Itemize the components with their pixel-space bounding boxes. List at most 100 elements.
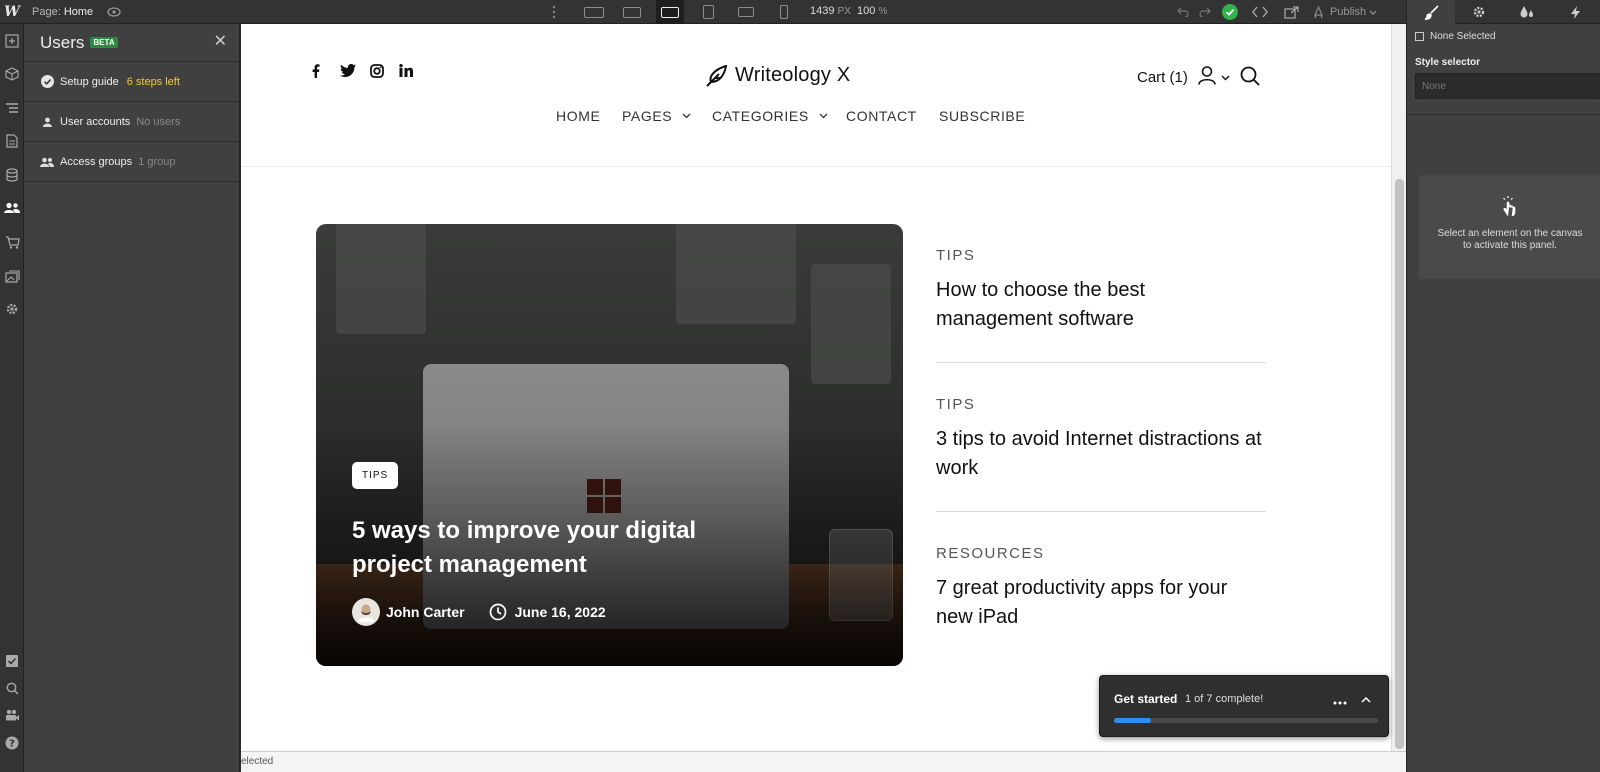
post-meta: John Carter June 16, 2022 (352, 598, 606, 626)
help-question-icon[interactable]: ? (0, 731, 24, 755)
nav-categories[interactable]: CATEGORIES (712, 108, 828, 124)
featured-post-title[interactable]: 5 ways to improve your digital project m… (352, 514, 782, 582)
post-category-tag[interactable]: TIPS (352, 462, 399, 489)
get-started-progress-text: 1 of 7 complete! (1185, 693, 1264, 705)
more-vertical-icon[interactable] (552, 5, 556, 19)
audit-checkbox-icon[interactable] (0, 649, 24, 673)
pointer-hand-icon (1500, 195, 1520, 220)
nav-home[interactable]: HOME (556, 108, 600, 124)
panel-divider (1407, 114, 1600, 115)
access-groups-row[interactable]: Access groups 1 group (24, 142, 239, 182)
selection-status: None Selected (1415, 31, 1496, 42)
redo-icon[interactable] (1194, 7, 1216, 17)
close-icon[interactable]: ✕ (214, 34, 227, 50)
left-tool-strip: ? (0, 24, 24, 772)
wall-panel (811, 264, 891, 384)
element-settings-gear-icon[interactable] (1455, 0, 1503, 24)
post-date: June 16, 2022 (514, 604, 606, 620)
preview-eye-icon[interactable] (107, 5, 121, 19)
checkbox-empty-icon[interactable] (1415, 32, 1424, 41)
cart-link[interactable]: Cart (1) (1137, 69, 1188, 86)
style-brush-icon[interactable] (1407, 0, 1455, 24)
post-category[interactable]: TIPS (936, 396, 1266, 413)
more-horizontal-icon[interactable] (1333, 696, 1347, 708)
publish-label: Publish (1330, 6, 1367, 18)
chevron-up-icon[interactable] (1361, 694, 1371, 706)
symbols-cube-icon[interactable] (0, 62, 24, 86)
account-user-icon[interactable] (1198, 66, 1216, 88)
nav-pages[interactable]: PAGES (622, 108, 691, 124)
twitter-icon[interactable] (340, 64, 356, 80)
nav-contact[interactable]: CONTACT (846, 108, 917, 124)
breakpoint-1440-icon[interactable] (618, 0, 646, 24)
linkedin-icon[interactable] (399, 64, 413, 80)
post-item[interactable]: TIPS 3 tips to avoid Internet distractio… (936, 396, 1266, 483)
wall-panel (676, 224, 796, 324)
breakpoint-mobile-portrait-icon[interactable] (770, 0, 798, 24)
setup-guide-label: Setup guide (60, 75, 119, 88)
cms-database-icon[interactable] (0, 163, 24, 187)
post-category[interactable]: RESOURCES (936, 545, 1266, 562)
undo-icon[interactable] (1172, 7, 1194, 17)
breakpoint-mobile-landscape-icon[interactable] (732, 0, 760, 24)
post-title[interactable]: 7 great productivity apps for your new i… (936, 574, 1266, 632)
empty-selection-hint: Select an element on the canvas to activ… (1419, 175, 1600, 279)
featured-post-card[interactable]: TIPS 5 ways to improve your digital proj… (316, 224, 903, 666)
post-title[interactable]: How to choose the best management softwa… (936, 276, 1266, 334)
zoom-unit: % (878, 6, 888, 17)
assets-images-icon[interactable] (0, 264, 24, 288)
search-icon[interactable] (0, 676, 24, 700)
hint-text: Select an element on the canvas to activ… (1437, 228, 1583, 251)
instagram-icon[interactable] (370, 64, 384, 81)
webflow-logo[interactable]: W (0, 0, 24, 24)
settings-gear-icon[interactable] (0, 297, 24, 321)
get-started-widget[interactable]: Get started 1 of 7 complete! (1099, 675, 1389, 737)
publish-button[interactable]: Publish (1330, 6, 1377, 18)
canvas-size-readout: 1439 PX 100 % (810, 5, 887, 17)
users-icon[interactable] (0, 196, 24, 220)
code-export-icon[interactable] (1244, 6, 1276, 18)
setup-guide-steps-left: 6 steps left (126, 75, 180, 88)
share-icon[interactable] (1276, 5, 1306, 19)
group-icon (40, 157, 54, 167)
style-selector-input[interactable]: None (1415, 73, 1600, 99)
page-selector[interactable]: Page: Home (32, 6, 93, 18)
pages-icon[interactable] (0, 129, 24, 153)
nav-subscribe[interactable]: SUBSCRIBE (939, 108, 1025, 124)
page-name: Home (63, 6, 94, 18)
navigator-icon[interactable] (0, 96, 24, 120)
chevron-down-icon[interactable] (1221, 72, 1230, 84)
post-item[interactable]: RESOURCES 7 great productivity apps for … (936, 545, 1266, 632)
search-icon[interactable] (1240, 66, 1260, 89)
designer-top-bar: W Page: Home 1439 PX 100 % Publish (0, 0, 1600, 24)
canvas-zoom: 100 (857, 5, 876, 17)
access-groups-count: 1 group (138, 155, 176, 168)
wall-panel (336, 224, 426, 334)
author-name[interactable]: John Carter (386, 604, 465, 620)
video-tutorials-icon[interactable] (0, 703, 24, 727)
scrollbar-thumb[interactable] (1395, 179, 1404, 749)
post-category[interactable]: TIPS (936, 247, 1266, 264)
ecommerce-cart-icon[interactable] (0, 230, 24, 254)
breakpoint-1920-icon[interactable] (580, 0, 608, 24)
add-elements-icon[interactable] (0, 29, 24, 53)
breakpoint-desktop-icon[interactable] (656, 0, 684, 24)
setup-guide-row[interactable]: Setup guide 6 steps left (24, 62, 239, 102)
facebook-icon[interactable] (312, 64, 320, 81)
svg-text:?: ? (9, 739, 15, 750)
site-brand-logo[interactable]: Writeology X (705, 64, 850, 87)
interactions-lightning-icon[interactable] (1551, 0, 1599, 24)
status-bar: elected (241, 751, 1406, 772)
breakpoint-tablet-icon[interactable] (694, 0, 722, 24)
style-manager-drops-icon[interactable] (1503, 0, 1551, 24)
post-item[interactable]: TIPS How to choose the best management s… (936, 247, 1266, 334)
canvas-scrollbar[interactable] (1391, 24, 1406, 751)
users-panel: Users BETA ✕ Setup guide 6 steps left Us… (24, 24, 240, 772)
post-title[interactable]: 3 tips to avoid Internet distractions at… (936, 425, 1266, 483)
user-accounts-count: No users (136, 115, 181, 128)
post-divider (936, 362, 1266, 363)
user-accounts-row[interactable]: User accounts No users (24, 102, 239, 142)
brand-name: Writeology X (735, 64, 851, 86)
design-canvas[interactable]: Writeology X Cart (1) HOME PAGES CATEGOR… (241, 24, 1391, 751)
chevron-down-icon (819, 113, 828, 119)
